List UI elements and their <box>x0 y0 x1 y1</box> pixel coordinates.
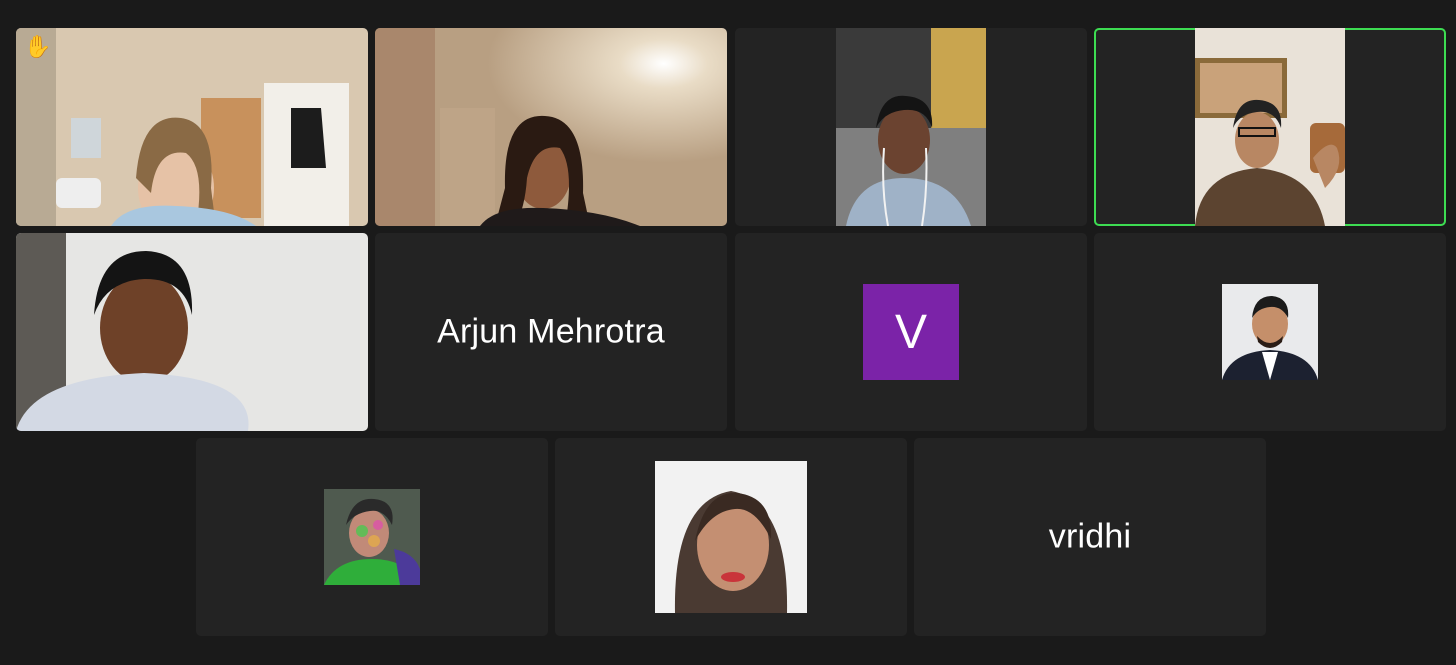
participant-tile-1[interactable]: ✋ <box>16 28 368 226</box>
participant-tile-8[interactable] <box>1094 233 1446 431</box>
participant-tile-2[interactable] <box>375 28 727 226</box>
participant-tile-5[interactable] <box>16 233 368 431</box>
participant-name: Arjun Mehrotra <box>437 312 665 351</box>
participant-tile-9[interactable] <box>196 438 548 636</box>
profile-photo <box>324 489 420 585</box>
participant-video <box>16 28 368 226</box>
avatar: V <box>863 284 959 380</box>
participant-tile-3[interactable] <box>735 28 1087 226</box>
profile-photo <box>655 461 807 613</box>
profile-photo <box>1222 284 1318 380</box>
participant-tile-10[interactable] <box>555 438 907 636</box>
participant-tile-11[interactable]: vridhi <box>914 438 1266 636</box>
participant-tile-4-active-speaker[interactable] <box>1094 28 1446 226</box>
raised-hand-icon: ✋ <box>24 34 52 59</box>
video-gallery: ✋ Arjun Mehrotra V vridhi <box>0 0 1456 665</box>
participant-video <box>16 233 368 431</box>
participant-name: vridhi <box>1048 517 1132 556</box>
participant-video <box>836 28 986 226</box>
participant-video <box>375 28 727 226</box>
participant-video <box>1195 28 1345 226</box>
participant-tile-6[interactable]: Arjun Mehrotra <box>375 233 727 431</box>
avatar-letter: V <box>894 305 927 359</box>
participant-tile-7[interactable]: V <box>735 233 1087 431</box>
